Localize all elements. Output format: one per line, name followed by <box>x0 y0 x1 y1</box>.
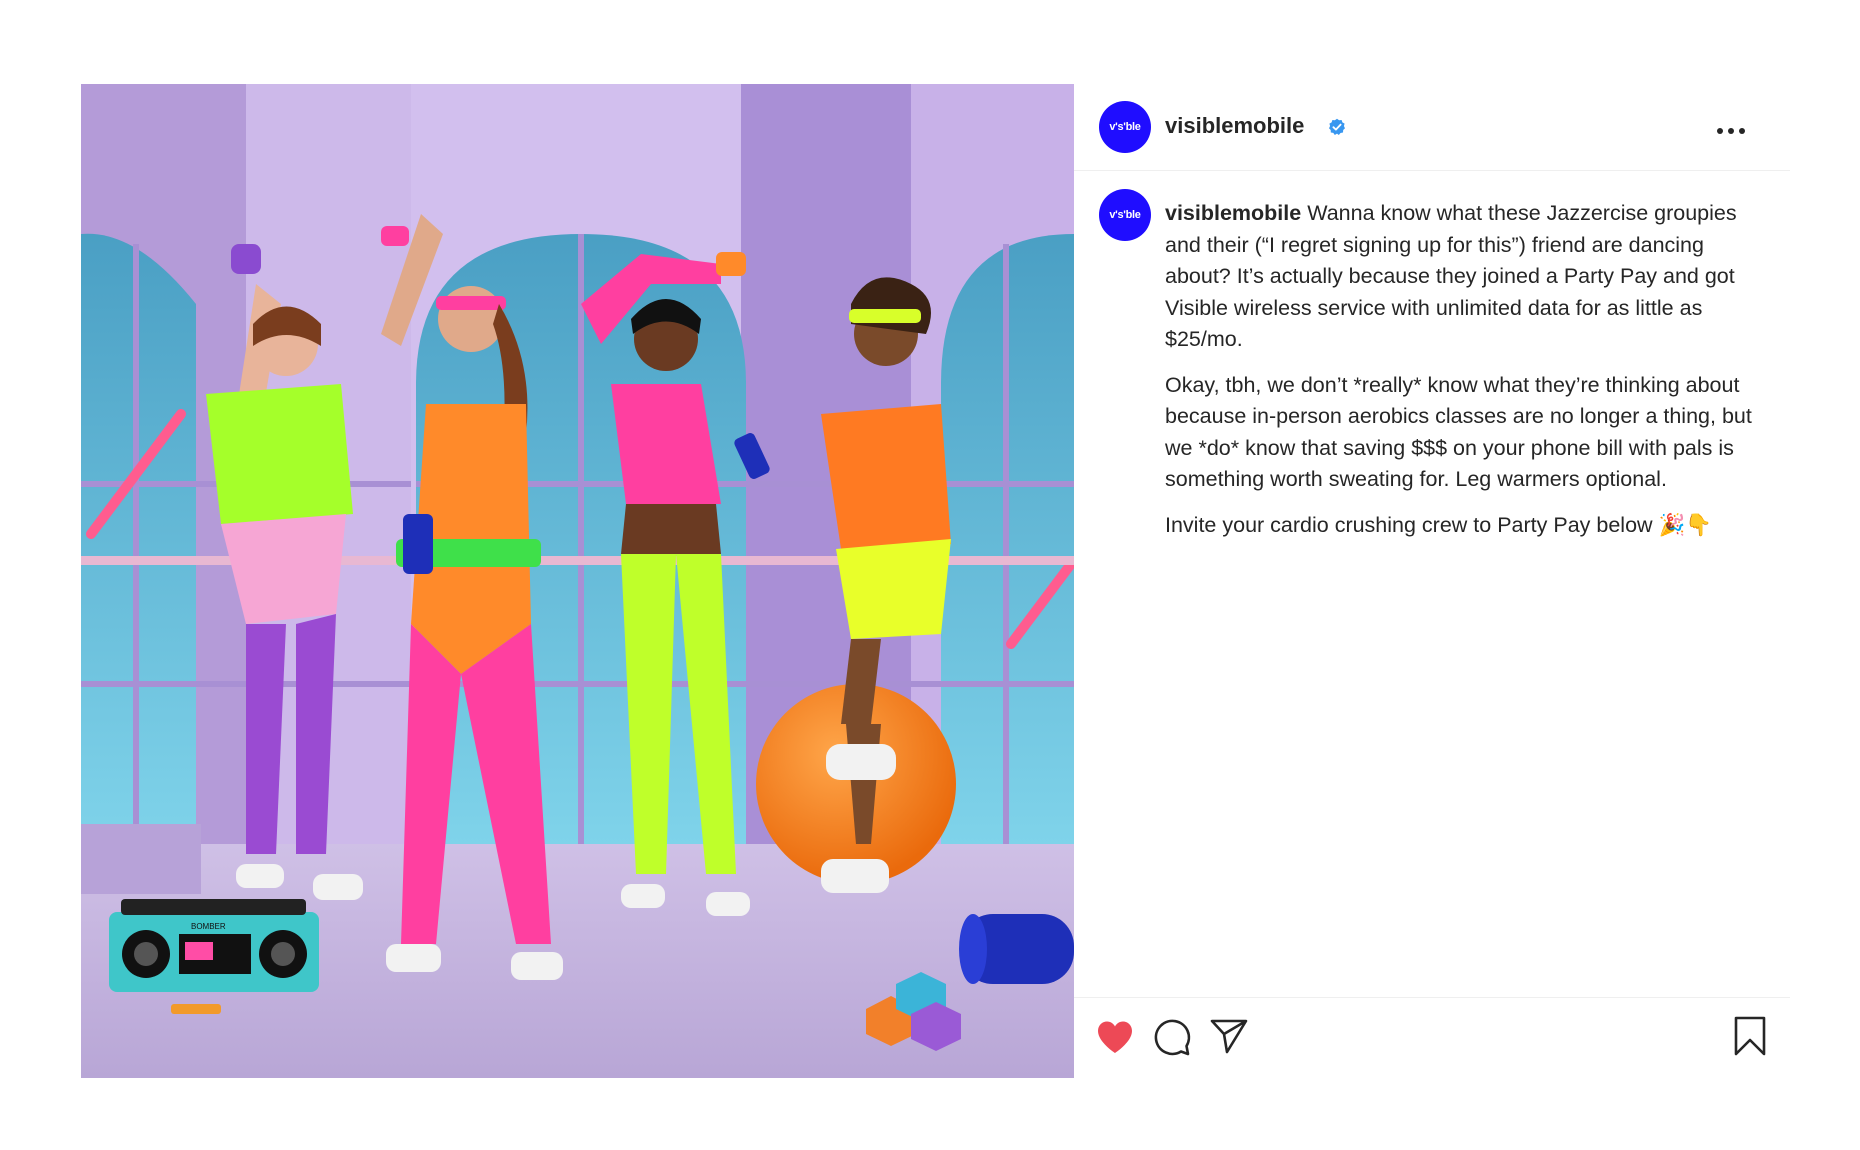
aerobics-scene-illustration: BOMBER <box>81 84 1074 1078</box>
post-actions-bar <box>1074 997 1790 1079</box>
verified-badge-icon <box>1329 118 1345 135</box>
post-header: v's'ble visiblemobile <box>1074 84 1790 171</box>
caption-section: v's'ble visiblemobile Wanna know what th… <box>1074 171 1790 991</box>
post-caption: visiblemobile Wanna know what these Jazz… <box>1165 198 1765 555</box>
caption-avatar[interactable]: v's'ble <box>1099 189 1151 241</box>
avatar-text: v's'ble <box>1109 121 1141 133</box>
comment-icon[interactable] <box>1153 1018 1191 1056</box>
account-username[interactable]: visiblemobile <box>1165 113 1304 139</box>
caption-username[interactable]: visiblemobile <box>1165 201 1301 225</box>
caption-paragraph-2: Okay, tbh, we don’t *really* know what t… <box>1165 372 1752 492</box>
caption-paragraph-3: Invite your cardio crushing crew to Part… <box>1165 512 1713 537</box>
boombox: BOMBER <box>109 899 319 992</box>
post-photo[interactable]: BOMBER <box>81 84 1074 1078</box>
svg-text:BOMBER: BOMBER <box>191 922 226 931</box>
post-side-panel: v's'ble visiblemobile v's'ble visiblemob… <box>1074 84 1790 1078</box>
heart-icon[interactable] <box>1096 1020 1134 1054</box>
more-options-icon[interactable] <box>1714 124 1748 138</box>
instagram-post: BOMBER v's'ble visiblemobile v's'ble vis… <box>81 84 1790 1078</box>
bookmark-icon[interactable] <box>1734 1016 1766 1056</box>
caption-avatar-text: v's'ble <box>1109 209 1141 221</box>
caption-paragraph-1: visiblemobile Wanna know what these Jazz… <box>1165 198 1765 356</box>
paper-plane-icon[interactable] <box>1210 1018 1248 1054</box>
account-avatar[interactable]: v's'ble <box>1099 101 1151 153</box>
